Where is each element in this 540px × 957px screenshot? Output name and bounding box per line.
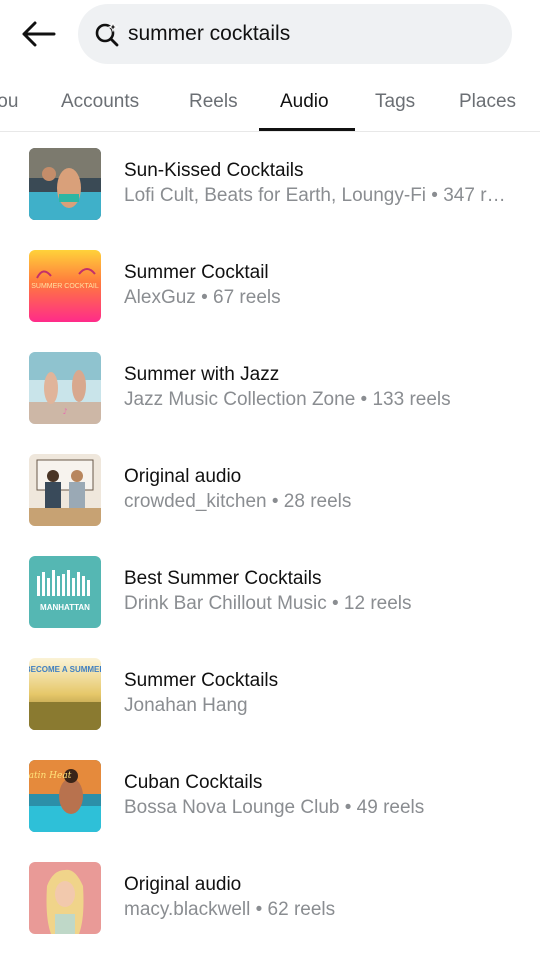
audio-result-item[interactable]: ♪ Summer with Jazz Jazz Music Collection… [0, 352, 540, 424]
audio-title: Sun-Kissed Cocktails [124, 160, 304, 181]
back-button[interactable] [14, 14, 64, 54]
audio-subtitle: AlexGuz • 67 reels [124, 287, 281, 308]
audio-result-item[interactable]: MANHATTAN Best Summer Cocktails Drink Ba… [0, 556, 540, 628]
thumb-text: Latin Heat [29, 771, 72, 781]
audio-subtitle: Jonahan Hang [124, 695, 248, 716]
tab-reels[interactable]: Reels [189, 80, 238, 131]
tab-audio[interactable]: Audio [280, 80, 329, 131]
thumb-text: MANHATTAN [40, 603, 90, 612]
audio-title: Best Summer Cocktails [124, 568, 322, 589]
audio-thumbnail: BECOME A SUMMER [29, 658, 101, 730]
tab-tags[interactable]: Tags [375, 80, 415, 131]
search-tabs: For you Accounts Reels Audio Tags Places [0, 80, 540, 132]
tab-accounts[interactable]: Accounts [61, 80, 139, 131]
thumb-text: SUMMER COCKTAIL [31, 283, 99, 290]
audio-thumbnail: SUMMER COCKTAIL [29, 250, 101, 322]
arrow-left-icon [22, 21, 56, 47]
audio-thumbnail: ♪ [29, 352, 101, 424]
search-input[interactable] [128, 22, 488, 46]
audio-result-item[interactable]: Original audio crowded_kitchen • 28 reel… [0, 454, 540, 526]
audio-result-item[interactable]: SUMMER COCKTAIL Summer Cocktail AlexGuz … [0, 250, 540, 322]
audio-thumbnail [29, 862, 101, 934]
audio-title: Cuban Cocktails [124, 772, 263, 793]
audio-subtitle: Bossa Nova Lounge Club • 49 reels [124, 797, 425, 818]
audio-thumbnail [29, 454, 101, 526]
audio-subtitle: crowded_kitchen • 28 reels [124, 491, 352, 512]
audio-result-item[interactable]: Latin Heat Cuban Cocktails Bossa Nova Lo… [0, 760, 540, 832]
top-bar [0, 0, 540, 68]
audio-title: Summer with Jazz [124, 364, 280, 385]
search-sparkle-icon [94, 21, 120, 47]
tab-places[interactable]: Places [459, 80, 516, 131]
audio-result-item[interactable]: Original audio macy.blackwell • 62 reels [0, 862, 540, 934]
audio-subtitle: Lofi Cult, Beats for Earth, Loungy-Fi • … [124, 185, 516, 206]
audio-subtitle: macy.blackwell • 62 reels [124, 899, 336, 920]
audio-subtitle: Jazz Music Collection Zone • 133 reels [124, 389, 451, 410]
audio-result-item[interactable]: BECOME A SUMMER Summer Cocktails Jonahan… [0, 658, 540, 730]
active-tab-indicator [259, 128, 355, 131]
audio-thumbnail: Latin Heat [29, 760, 101, 832]
audio-subtitle: Drink Bar Chillout Music • 12 reels [124, 593, 412, 614]
audio-thumbnail [29, 148, 101, 220]
audio-title: Original audio [124, 466, 242, 487]
svg-text:♪: ♪ [62, 407, 67, 416]
audio-title: Summer Cocktails [124, 670, 279, 691]
audio-thumbnail: MANHATTAN [29, 556, 101, 628]
search-bar[interactable] [78, 4, 512, 64]
audio-title: Summer Cocktail [124, 262, 269, 283]
audio-result-item[interactable]: Sun-Kissed Cocktails Lofi Cult, Beats fo… [0, 148, 540, 220]
tab-for-you[interactable]: For you [0, 80, 18, 131]
audio-title: Original audio [124, 874, 242, 895]
thumb-text: BECOME A SUMMER [29, 665, 101, 674]
